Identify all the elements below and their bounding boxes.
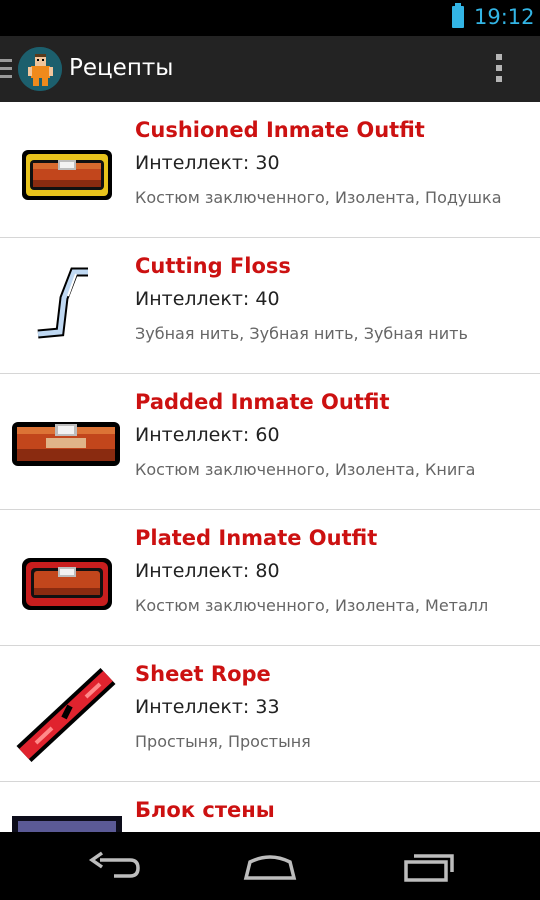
cushioned-outfit-icon xyxy=(10,122,124,222)
wall-block-icon xyxy=(10,816,124,832)
action-bar: Рецепты xyxy=(0,36,540,102)
battery-icon xyxy=(452,3,464,28)
recipe-name: Plated Inmate Outfit xyxy=(135,526,378,550)
recipe-ingredients: Костюм заключенного, Изолента, Подушка xyxy=(135,188,502,207)
recipe-name: Блок стены xyxy=(135,798,275,822)
page-title: Рецепты xyxy=(69,55,174,81)
sheet-rope-icon xyxy=(10,666,124,766)
recent-apps-icon[interactable] xyxy=(400,848,460,884)
recipe-intellect: Интеллект: 40 xyxy=(135,288,280,310)
list-item[interactable]: Sheet Rope Интеллект: 33 Простыня, Прост… xyxy=(0,646,540,782)
status-bar: 19:12 xyxy=(0,0,540,36)
status-clock: 19:12 xyxy=(474,5,535,29)
home-icon[interactable] xyxy=(240,848,300,884)
recipe-name: Cushioned Inmate Outfit xyxy=(135,118,425,142)
app-logo-icon[interactable] xyxy=(18,47,62,91)
list-item[interactable]: Cushioned Inmate Outfit Интеллект: 30 Ко… xyxy=(0,102,540,238)
list-item[interactable]: Cutting Floss Интеллект: 40 Зубная нить,… xyxy=(0,238,540,374)
plated-outfit-icon xyxy=(10,530,124,630)
padded-outfit-icon xyxy=(10,394,124,494)
list-item[interactable]: Plated Inmate Outfit Интеллект: 80 Костю… xyxy=(0,510,540,646)
recipe-ingredients: Простыня, Простыня xyxy=(135,732,311,751)
recipe-name: Padded Inmate Outfit xyxy=(135,390,390,414)
recipe-ingredients: Костюм заключенного, Изолента, Книга xyxy=(135,460,476,479)
recipe-list[interactable]: Cushioned Inmate Outfit Интеллект: 30 Ко… xyxy=(0,102,540,832)
recipe-intellect: Интеллект: 33 xyxy=(135,696,280,718)
recipe-ingredients: Зубная нить, Зубная нить, Зубная нить xyxy=(135,324,468,343)
back-icon[interactable] xyxy=(86,848,146,884)
list-item[interactable]: Padded Inmate Outfit Интеллект: 60 Костю… xyxy=(0,374,540,510)
recipe-name: Sheet Rope xyxy=(135,662,271,686)
floss-icon xyxy=(10,258,124,358)
recipe-intellect: Интеллект: 30 xyxy=(135,152,280,174)
recipe-ingredients: Костюм заключенного, Изолента, Металл xyxy=(135,596,489,615)
list-item[interactable]: Блок стены xyxy=(0,782,540,832)
navigation-bar xyxy=(0,832,540,900)
overflow-menu-icon[interactable] xyxy=(496,54,504,86)
menu-drawer-icon[interactable] xyxy=(0,59,14,79)
recipe-intellect: Интеллект: 60 xyxy=(135,424,280,446)
recipe-intellect: Интеллект: 80 xyxy=(135,560,280,582)
recipe-name: Cutting Floss xyxy=(135,254,291,278)
